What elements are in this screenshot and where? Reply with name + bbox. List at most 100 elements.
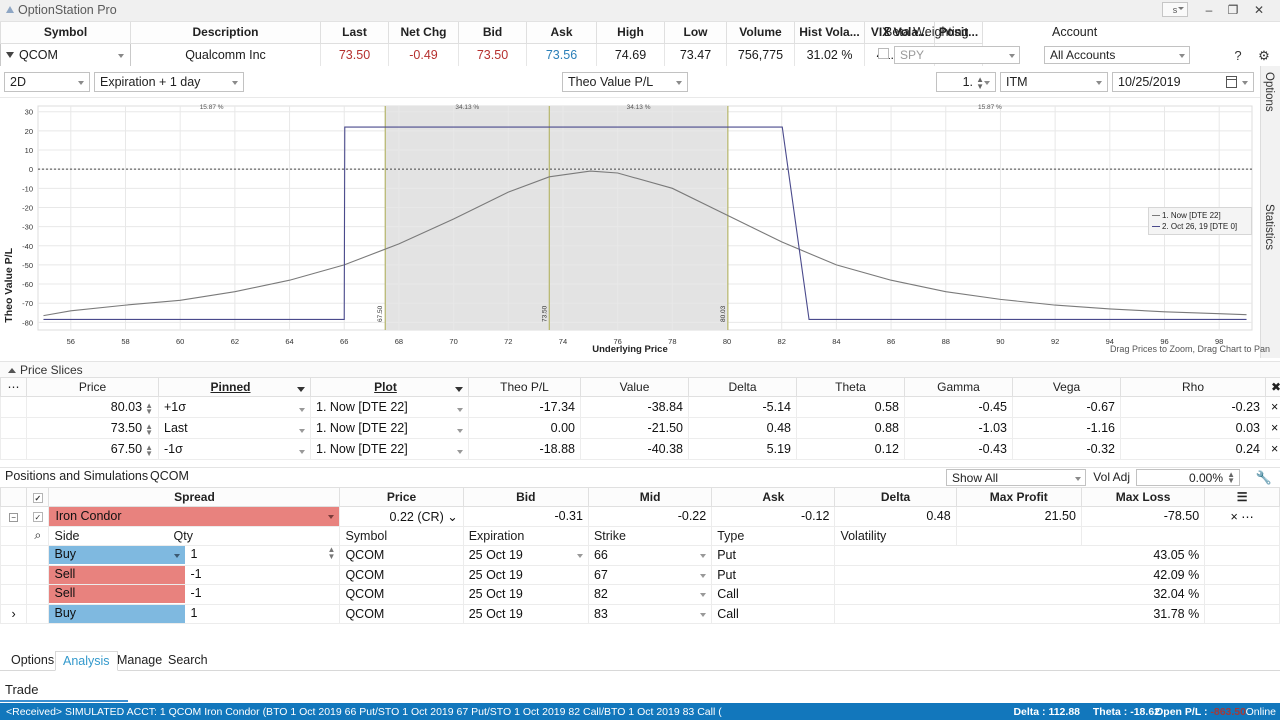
step-stepper[interactable]: 1. ▲ ▼ [936, 72, 996, 92]
price-cell[interactable]: ▲ ▼ 67.50 [26, 438, 159, 460]
pinned-cell[interactable]: +1σ [158, 396, 311, 418]
tab-options[interactable]: Options [4, 651, 61, 671]
leg-row[interactable]: Buy 1 ▲ ▼ QCOM 25 Oct 19 66 Put 43.05 % [0, 545, 1280, 566]
leg-strike-select[interactable]: 82 [587, 584, 713, 605]
leg-strike-select[interactable]: 66 [587, 545, 713, 566]
close-panel-icon[interactable]: ✖ [1265, 377, 1280, 397]
show-all-select[interactable]: Show All [946, 469, 1086, 486]
col-value[interactable]: Value [580, 377, 689, 397]
collapse-caret-icon[interactable] [8, 368, 16, 373]
side-tab-statistics[interactable]: Statistics [1263, 204, 1275, 250]
spread-row[interactable]: − ✓ Iron Condor 0.22 (CR) ⌄ -0.31 -0.22 … [0, 506, 1280, 527]
trade-label[interactable]: Trade [5, 682, 38, 697]
col-hist-vol[interactable]: Hist Vola... [794, 22, 865, 44]
leg-type-select[interactable]: Put [711, 545, 836, 566]
leg-side-qty[interactable]: Buy 1 ▲ ▼ [48, 545, 341, 566]
col-max-profit[interactable]: Max Profit [955, 487, 1082, 507]
col-max-loss[interactable]: Max Loss [1080, 487, 1206, 507]
col-price[interactable]: Price [339, 487, 464, 507]
col-bid[interactable]: Bid [462, 487, 589, 507]
leg-strike-select[interactable]: 83 [587, 603, 713, 624]
symbol-input[interactable]: QCOM [0, 42, 131, 67]
leg-qty-input[interactable]: -1 [185, 566, 339, 584]
col-rho[interactable]: Rho [1120, 377, 1266, 397]
leg-qty-input[interactable]: 1 [185, 605, 339, 623]
select-all-checkbox[interactable]: ✓ [26, 487, 50, 507]
wrench-icon[interactable]: 🔧 [1256, 470, 1272, 486]
leg-row[interactable]: › Buy 1 QCOM 25 Oct 19 83 Call 31.78 % [0, 603, 1280, 624]
plot-cell[interactable]: 1. Now [DTE 22] [310, 396, 469, 418]
table-row[interactable]: ▲ ▼ 73.50 Last 1. Now [DTE 22] 0.00 -21.50… [0, 417, 1280, 439]
chevron-down-icon[interactable] [299, 450, 305, 454]
col-bid[interactable]: Bid [458, 22, 527, 44]
col-ask[interactable]: Ask [711, 487, 836, 507]
checkbox-icon[interactable]: ✓ [32, 493, 43, 503]
price-cell[interactable]: ▲ ▼ 80.03 [26, 396, 159, 418]
leg-row[interactable]: Sell -1 QCOM 25 Oct 19 82 Call 32.04 % [0, 584, 1280, 605]
leg-type-select[interactable]: Call [711, 603, 836, 624]
beta-weighting-select[interactable]: SPY [894, 46, 1020, 64]
row-selector[interactable] [0, 438, 27, 460]
stepper-arrows-icon[interactable]: ▲ ▼ [145, 422, 153, 436]
chevron-down-icon[interactable] [455, 387, 463, 392]
chevron-down-icon[interactable] [457, 429, 463, 433]
close-button[interactable]: ✕ [1248, 2, 1270, 18]
leg-expiration-select[interactable]: 25 Oct 19 [462, 584, 589, 605]
col-pinned[interactable]: Pinned [158, 377, 311, 397]
stepper-arrows-icon[interactable]: ▲ ▼ [328, 546, 336, 561]
side-tab-options[interactable]: Options [1263, 72, 1275, 112]
tab-analysis[interactable]: Analysis [55, 651, 118, 671]
help-button[interactable]: ? [1226, 44, 1250, 66]
leg-expiration-select[interactable]: 25 Oct 19 [462, 564, 589, 585]
col-description[interactable]: Description [130, 22, 321, 44]
leg-handle[interactable]: › [0, 603, 28, 624]
table-row[interactable]: ▲ ▼ 80.03 +1σ 1. Now [DTE 22] -17.34 -38.8… [0, 396, 1280, 418]
moneyness-select[interactable]: ITM [1000, 72, 1108, 92]
col-symbol[interactable]: Symbol [0, 22, 131, 44]
col-theta[interactable]: Theta [796, 377, 905, 397]
beta-weighting-checkbox[interactable] [878, 48, 889, 59]
leg-side-qty[interactable]: Sell -1 [48, 584, 341, 605]
leg-side-select[interactable]: Sell [49, 585, 186, 604]
chevron-down-icon[interactable] [457, 450, 463, 454]
leg-strike-select[interactable]: 67 [587, 564, 713, 585]
leg-row[interactable]: Sell -1 QCOM 25 Oct 19 67 Put 42.09 % [0, 564, 1280, 585]
leg-side-qty[interactable]: Sell -1 [48, 564, 341, 585]
col-high[interactable]: High [596, 22, 665, 44]
pinned-cell[interactable]: -1σ [158, 438, 311, 460]
chart-canvas[interactable]: 3020100-10-20-30-40-50-60-70-8056 58 60 62 6… [0, 98, 1260, 358]
leg-expiration-select[interactable]: 25 Oct 19 [462, 545, 589, 566]
col-vega[interactable]: Vega [1012, 377, 1121, 397]
leg-side-select[interactable]: Buy [49, 604, 186, 623]
minimize-button[interactable]: – [1198, 2, 1220, 18]
col-delta[interactable]: Delta [688, 377, 797, 397]
remove-row-button[interactable]: × [1265, 396, 1280, 418]
col-price[interactable]: Price [26, 377, 159, 397]
checkbox-icon[interactable]: ✓ [32, 512, 43, 523]
account-select[interactable]: All Accounts [1044, 46, 1190, 64]
date-picker[interactable]: 10/25/2019 [1112, 72, 1254, 92]
plot-cell[interactable]: 1. Now [DTE 22] [310, 417, 469, 439]
expand-icon[interactable]: − [9, 513, 19, 523]
spread-price[interactable]: 0.22 (CR) ⌄ [339, 506, 464, 527]
col-last[interactable]: Last [320, 22, 389, 44]
col-gamma[interactable]: Gamma [904, 377, 1013, 397]
col-plot[interactable]: Plot [310, 377, 469, 397]
stepper-arrows-icon[interactable]: ▲ ▼ [976, 76, 984, 91]
plot-mode-select[interactable]: Theo Value P/L [562, 72, 688, 92]
stepper-arrows-icon[interactable]: ▲ ▼ [1227, 471, 1235, 485]
view-mode-select[interactable]: 2D [4, 72, 90, 92]
chevron-down-icon[interactable] [297, 387, 305, 392]
col-spread[interactable]: Spread [48, 487, 341, 507]
maximize-button[interactable]: ❐ [1222, 2, 1244, 18]
pinned-cell[interactable]: Last [158, 417, 311, 439]
row-selector[interactable] [0, 417, 27, 439]
workspace-size-selector[interactable]: s [1162, 2, 1188, 17]
payoff-chart[interactable]: Theo Value P/L 30 20 10 0 -10 -20 -30 -40 -50 -60… [0, 98, 1260, 358]
remove-row-button[interactable]: × [1265, 438, 1280, 460]
leg-side-select[interactable]: Buy [49, 546, 186, 565]
vol-adj-input[interactable]: 0.00% ▲ ▼ [1136, 469, 1240, 486]
leg-side-qty[interactable]: Buy 1 [48, 603, 341, 624]
expand-arrow-icon[interactable] [6, 6, 14, 13]
plot-cell[interactable]: 1. Now [DTE 22] [310, 438, 469, 460]
